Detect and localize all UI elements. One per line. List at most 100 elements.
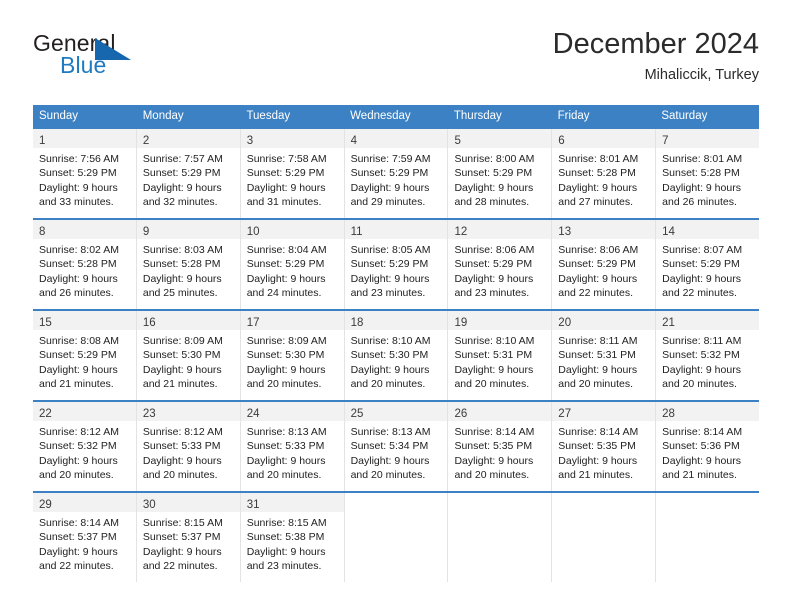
day-details: Sunrise: 8:15 AM Sunset: 5:38 PM Dayligh… xyxy=(241,512,344,573)
day-details: Sunrise: 8:10 AM Sunset: 5:31 PM Dayligh… xyxy=(448,330,551,391)
day-cell[interactable]: 17 Sunrise: 8:09 AM Sunset: 5:30 PM Dayl… xyxy=(240,310,345,400)
daylight-text-line2: and 21 minutes. xyxy=(662,468,737,481)
daylight-text-line1: Daylight: 9 hours xyxy=(558,454,638,467)
day-cell[interactable]: 28 Sunrise: 8:14 AM Sunset: 5:36 PM Dayl… xyxy=(656,401,760,491)
daylight-text-line1: Daylight: 9 hours xyxy=(454,272,534,285)
day-number-band: 12 xyxy=(448,219,552,239)
day-cell[interactable]: 10 Sunrise: 8:04 AM Sunset: 5:29 PM Dayl… xyxy=(240,219,345,309)
day-cell[interactable]: 11 Sunrise: 8:05 AM Sunset: 5:29 PM Dayl… xyxy=(344,219,449,309)
sunrise-text: Sunrise: 8:07 AM xyxy=(662,243,743,256)
day-number: 26 xyxy=(454,407,468,420)
day-number: 18 xyxy=(350,316,364,329)
week-row: 29 Sunrise: 8:14 AM Sunset: 5:37 PM Dayl… xyxy=(33,490,760,582)
daylight-text-line2: and 31 minutes. xyxy=(246,195,322,208)
sunset-text: Sunset: 5:30 PM xyxy=(142,349,221,362)
day-number-band: 14 xyxy=(656,219,760,239)
sunrise-text: Sunrise: 8:08 AM xyxy=(39,334,119,347)
day-cell[interactable]: 26 Sunrise: 8:14 AM Sunset: 5:35 PM Dayl… xyxy=(448,401,553,491)
day-cell[interactable]: 30 Sunrise: 8:15 AM Sunset: 5:37 PM Dayl… xyxy=(136,492,241,582)
day-cell[interactable]: 18 Sunrise: 8:10 AM Sunset: 5:30 PM Dayl… xyxy=(344,310,449,400)
sunset-text: Sunset: 5:38 PM xyxy=(246,531,325,544)
week-row: 1 Sunrise: 7:56 AM Sunset: 5:29 PM Dayli… xyxy=(33,128,760,218)
day-cell[interactable]: 2 Sunrise: 7:57 AM Sunset: 5:29 PM Dayli… xyxy=(136,128,241,218)
day-number-band: 13 xyxy=(552,219,656,239)
day-details: Sunrise: 8:09 AM Sunset: 5:30 PM Dayligh… xyxy=(241,330,344,391)
day-number: 10 xyxy=(246,225,260,238)
sunrise-text: Sunrise: 8:12 AM xyxy=(39,425,119,438)
day-cell[interactable]: 21 Sunrise: 8:11 AM Sunset: 5:32 PM Dayl… xyxy=(656,310,760,400)
daylight-text-line1: Daylight: 9 hours xyxy=(39,272,118,285)
daylight-text-line1: Daylight: 9 hours xyxy=(350,181,430,194)
daylight-text-line1: Daylight: 9 hours xyxy=(350,454,430,467)
daylight-text-line2: and 22 minutes. xyxy=(39,559,114,572)
weekday-header-saturday: Saturday xyxy=(661,110,708,122)
daylight-text-line1: Daylight: 9 hours xyxy=(454,363,534,376)
day-cell[interactable]: 22 Sunrise: 8:12 AM Sunset: 5:32 PM Dayl… xyxy=(33,401,137,491)
day-cell[interactable]: 16 Sunrise: 8:09 AM Sunset: 5:30 PM Dayl… xyxy=(136,310,241,400)
day-cell[interactable]: 12 Sunrise: 8:06 AM Sunset: 5:29 PM Dayl… xyxy=(448,219,553,309)
day-cell[interactable]: 4 Sunrise: 7:59 AM Sunset: 5:29 PM Dayli… xyxy=(344,128,449,218)
day-cell[interactable]: 31 Sunrise: 8:15 AM Sunset: 5:38 PM Dayl… xyxy=(240,492,345,582)
day-details: Sunrise: 8:12 AM Sunset: 5:32 PM Dayligh… xyxy=(33,421,136,482)
sunset-text: Sunset: 5:29 PM xyxy=(662,258,740,271)
day-details: Sunrise: 8:09 AM Sunset: 5:30 PM Dayligh… xyxy=(137,330,240,391)
daylight-text-line2: and 22 minutes. xyxy=(558,286,634,299)
weekday-header-tuesday: Tuesday xyxy=(246,110,291,122)
sunrise-text: Sunrise: 8:02 AM xyxy=(39,243,119,256)
brand-name-blue: Blue xyxy=(60,52,107,78)
day-cell[interactable]: 24 Sunrise: 8:13 AM Sunset: 5:33 PM Dayl… xyxy=(240,401,345,491)
day-details: Sunrise: 7:59 AM Sunset: 5:29 PM Dayligh… xyxy=(345,148,448,209)
daylight-text-line2: and 20 minutes. xyxy=(246,468,322,481)
day-number: 27 xyxy=(558,407,572,420)
day-cell[interactable]: 14 Sunrise: 8:07 AM Sunset: 5:29 PM Dayl… xyxy=(656,219,760,309)
sunrise-text: Sunrise: 8:10 AM xyxy=(454,334,535,347)
daylight-text-line1: Daylight: 9 hours xyxy=(454,454,534,467)
sunset-text: Sunset: 5:29 PM xyxy=(350,167,429,180)
day-cell[interactable]: 13 Sunrise: 8:06 AM Sunset: 5:29 PM Dayl… xyxy=(552,219,657,309)
day-cell[interactable]: 8 Sunrise: 8:02 AM Sunset: 5:28 PM Dayli… xyxy=(33,219,137,309)
day-cell[interactable]: 27 Sunrise: 8:14 AM Sunset: 5:35 PM Dayl… xyxy=(552,401,657,491)
daylight-text-line1: Daylight: 9 hours xyxy=(662,363,741,376)
day-cell[interactable]: 25 Sunrise: 8:13 AM Sunset: 5:34 PM Dayl… xyxy=(344,401,449,491)
day-cell[interactable]: 23 Sunrise: 8:12 AM Sunset: 5:33 PM Dayl… xyxy=(136,401,241,491)
day-number: 4 xyxy=(350,134,357,147)
day-number-band: 23 xyxy=(136,401,240,421)
daylight-text-line2: and 25 minutes. xyxy=(142,286,218,299)
daylight-text-line2: and 22 minutes. xyxy=(142,559,218,572)
day-details: Sunrise: 8:02 AM Sunset: 5:28 PM Dayligh… xyxy=(33,239,136,300)
calendar-page: General Blue December 2024 Mihaliccik, T… xyxy=(0,0,792,612)
sunset-text: Sunset: 5:30 PM xyxy=(246,349,325,362)
day-cell[interactable]: 19 Sunrise: 8:10 AM Sunset: 5:31 PM Dayl… xyxy=(448,310,553,400)
day-cell[interactable]: 29 Sunrise: 8:14 AM Sunset: 5:37 PM Dayl… xyxy=(33,492,137,582)
day-number-band: 30 xyxy=(136,492,240,512)
sunset-text: Sunset: 5:29 PM xyxy=(246,167,325,180)
sunset-text: Sunset: 5:31 PM xyxy=(558,349,636,362)
day-cell[interactable]: 6 Sunrise: 8:01 AM Sunset: 5:28 PM Dayli… xyxy=(552,128,657,218)
day-details: Sunrise: 8:00 AM Sunset: 5:29 PM Dayligh… xyxy=(448,148,551,209)
day-details: Sunrise: 8:10 AM Sunset: 5:30 PM Dayligh… xyxy=(345,330,448,391)
day-cell[interactable]: 3 Sunrise: 7:58 AM Sunset: 5:29 PM Dayli… xyxy=(240,128,345,218)
daylight-text-line2: and 20 minutes. xyxy=(662,377,737,390)
day-number: 12 xyxy=(454,225,468,238)
day-cell-empty xyxy=(656,492,760,582)
day-cell[interactable]: 9 Sunrise: 8:03 AM Sunset: 5:28 PM Dayli… xyxy=(136,219,241,309)
day-details: Sunrise: 8:05 AM Sunset: 5:29 PM Dayligh… xyxy=(345,239,448,300)
day-cell[interactable]: 15 Sunrise: 8:08 AM Sunset: 5:29 PM Dayl… xyxy=(33,310,137,400)
title-block: December 2024 Mihaliccik, Turkey xyxy=(553,28,759,85)
sunset-text: Sunset: 5:29 PM xyxy=(142,167,221,180)
daylight-text-line1: Daylight: 9 hours xyxy=(39,454,118,467)
day-number: 25 xyxy=(350,407,364,420)
sunset-text: Sunset: 5:30 PM xyxy=(350,349,429,362)
day-number: 23 xyxy=(142,407,156,420)
day-number-band: 27 xyxy=(552,401,656,421)
day-details: Sunrise: 8:11 AM Sunset: 5:31 PM Dayligh… xyxy=(552,330,655,391)
day-cell[interactable]: 5 Sunrise: 8:00 AM Sunset: 5:29 PM Dayli… xyxy=(448,128,553,218)
day-details: Sunrise: 8:14 AM Sunset: 5:35 PM Dayligh… xyxy=(552,421,655,482)
sunset-text: Sunset: 5:29 PM xyxy=(454,167,533,180)
day-cell[interactable]: 1 Sunrise: 7:56 AM Sunset: 5:29 PM Dayli… xyxy=(33,128,137,218)
sunrise-text: Sunrise: 8:00 AM xyxy=(454,152,535,165)
day-cell[interactable]: 20 Sunrise: 8:11 AM Sunset: 5:31 PM Dayl… xyxy=(552,310,657,400)
day-cell[interactable]: 7 Sunrise: 8:01 AM Sunset: 5:28 PM Dayli… xyxy=(656,128,760,218)
day-number: 15 xyxy=(39,316,52,329)
daylight-text-line1: Daylight: 9 hours xyxy=(350,272,430,285)
